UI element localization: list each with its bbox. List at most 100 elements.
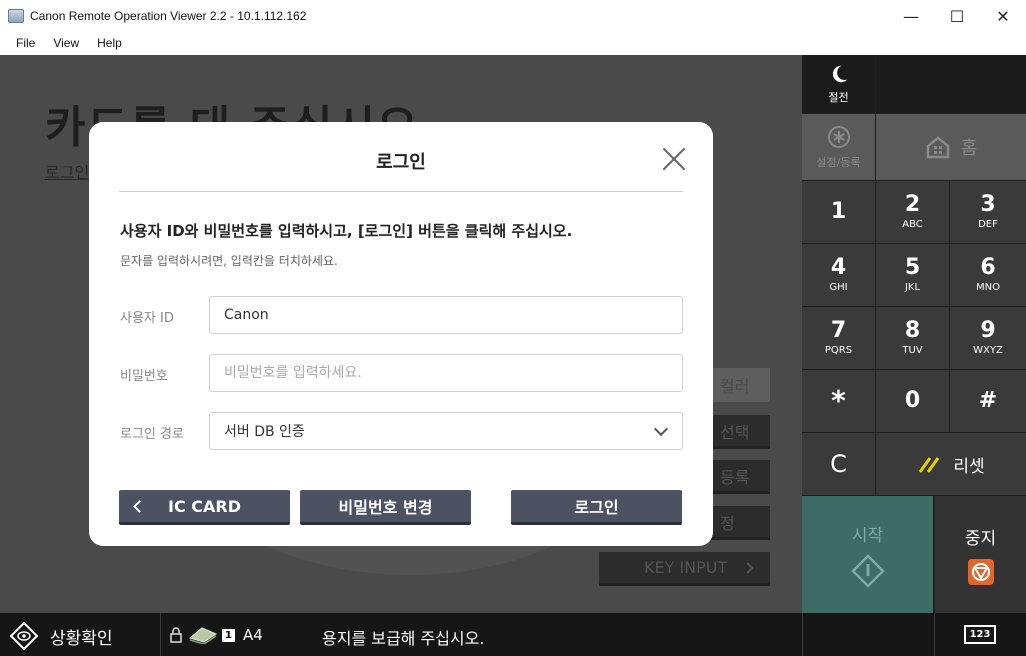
key-letters: JKL [904,282,921,293]
divider [802,613,803,656]
login-route-label: 로그인 경로 [120,427,184,442]
status-monitor-label: 상황확인 [50,628,113,649]
key-digit: 0 [904,388,921,413]
key-0[interactable]: 0 [876,370,949,432]
key-digit: # [978,388,998,413]
chevron-right-icon [742,562,754,574]
dialog-hint: 문자를 입력하시려면, 입력칸을 터치하세요. [120,254,338,268]
key-digit: 2 [904,192,921,217]
divider [160,613,161,656]
panel-blank [876,55,1026,113]
dialog-instruction: 사용자 ID와 비밀번호를 입력하시고, [로그인] 버튼을 클릭해 주십시오. [120,222,573,240]
home-icon [926,136,949,159]
keypad-panel: 절전 설정/등록 홈 1 2 ABC 3 DEF 4 GHI 5 JKL 6 MNO 7 P… [802,55,1026,613]
password-label: 비밀번호 [120,369,168,384]
key-letters: ABC [902,219,923,230]
login-route-select[interactable]: 서버 DB 인증 [209,412,683,450]
home-button[interactable]: 홈 [876,114,1026,180]
menu-view[interactable]: View [45,36,87,50]
window-controls: — ☐ ✕ [888,0,1026,32]
status-monitor-icon [10,622,38,650]
user-id-field[interactable]: Canon [209,296,683,334]
key-4[interactable]: 4 GHI [802,244,875,306]
key-letters: PQRS [824,345,853,356]
tray-number: 1 [222,628,235,642]
chevron-down-icon [653,421,669,437]
key-7[interactable]: 7 PQRS [802,307,875,369]
lock-icon [170,627,182,643]
paper-size: A4 [242,626,263,644]
key-digit: 3 [980,192,996,217]
key-digit: * [831,384,846,417]
background-key-input-button: KEY INPUT [599,552,770,586]
key-6[interactable]: 6 MNO [950,244,1026,306]
reset-icon [919,457,940,473]
login-route-value: 서버 DB 인증 [224,424,305,440]
key-letters: DEF [978,219,998,230]
home-label: 홈 [960,138,978,159]
key-8[interactable]: 8 TUV [876,307,949,369]
ic-card-button[interactable]: IC CARD [119,490,290,525]
status-message: 용지를 보급해 주십시오. [322,629,485,648]
key-1[interactable]: 1 [802,181,875,243]
app-icon [8,9,24,23]
key-input-label: KEY INPUT [644,558,728,577]
background-subheading: 로그인 [45,163,90,182]
counter-label: 123 [969,629,991,640]
key-letters: WXYZ [973,345,1003,356]
key-2[interactable]: 2 ABC [876,181,949,243]
key-digit: 4 [830,255,847,280]
menu-bar: File View Help [0,32,1026,54]
key-letters: MNO [976,282,1000,293]
moon-icon [832,65,847,83]
settings-label: 설정/등록 [816,156,861,169]
key-5[interactable]: 5 JKL [876,244,949,306]
menu-file[interactable]: File [8,36,43,50]
window-title: Canon Remote Operation Viewer 2.2 - 10.1… [30,9,307,23]
key-3[interactable]: 3 DEF [950,181,1026,243]
chevron-left-icon [133,500,146,513]
clear-button[interactable]: C [802,433,875,495]
key-digit: 7 [830,318,847,343]
minimize-button[interactable]: — [888,0,934,32]
paper-tray-icon [188,627,218,644]
change-password-button[interactable]: 비밀번호 변경 [300,490,471,525]
divider [934,613,935,656]
key-9[interactable]: 9 WXYZ [950,307,1026,369]
clear-label: C [830,450,847,478]
key-digit: 9 [980,318,996,343]
maximize-button[interactable]: ☐ [934,0,980,32]
status-bar: 상황확인 1 A4 용지를 보급해 주십시오. 123 [0,613,1026,656]
reset-button[interactable]: 리셋 [876,433,1026,495]
user-id-value: Canon [224,307,269,323]
ic-card-label: IC CARD [168,496,241,516]
login-dialog: 로그인 사용자 ID와 비밀번호를 입력하시고, [로그인] 버튼을 클릭해 주… [89,122,713,546]
key-digit: 6 [980,255,996,280]
key-asterisk[interactable]: * [802,370,875,432]
key-hash[interactable]: # [950,370,1026,432]
sleep-label: 절전 [828,91,849,104]
counter-button[interactable]: 123 [964,625,996,644]
dialog-title: 로그인 [376,152,426,173]
key-digit: 8 [904,318,921,343]
password-field[interactable] [209,354,683,392]
login-button[interactable]: 로그인 [511,490,682,525]
user-id-label: 사용자 ID [120,311,174,326]
key-digit: 1 [830,199,847,224]
status-monitor-button[interactable]: 상황확인 [10,622,113,650]
menu-help[interactable]: Help [89,36,130,50]
key-letters: TUV [902,345,923,356]
close-icon[interactable] [661,146,687,172]
key-letters: GHI [829,282,848,293]
start-button[interactable]: 시작 [802,496,933,613]
key-digit: 5 [904,255,921,280]
stop-button[interactable]: 중지 [935,496,1026,613]
stop-label: 중지 [964,529,997,549]
sleep-button[interactable]: 절전 [802,55,875,113]
start-label: 시작 [851,526,884,546]
close-window-button[interactable]: ✕ [980,0,1026,32]
settings-button[interactable]: 설정/등록 [802,114,875,180]
divider [119,191,683,192]
stop-icon [967,559,994,585]
title-bar: Canon Remote Operation Viewer 2.2 - 10.1… [0,0,1026,32]
